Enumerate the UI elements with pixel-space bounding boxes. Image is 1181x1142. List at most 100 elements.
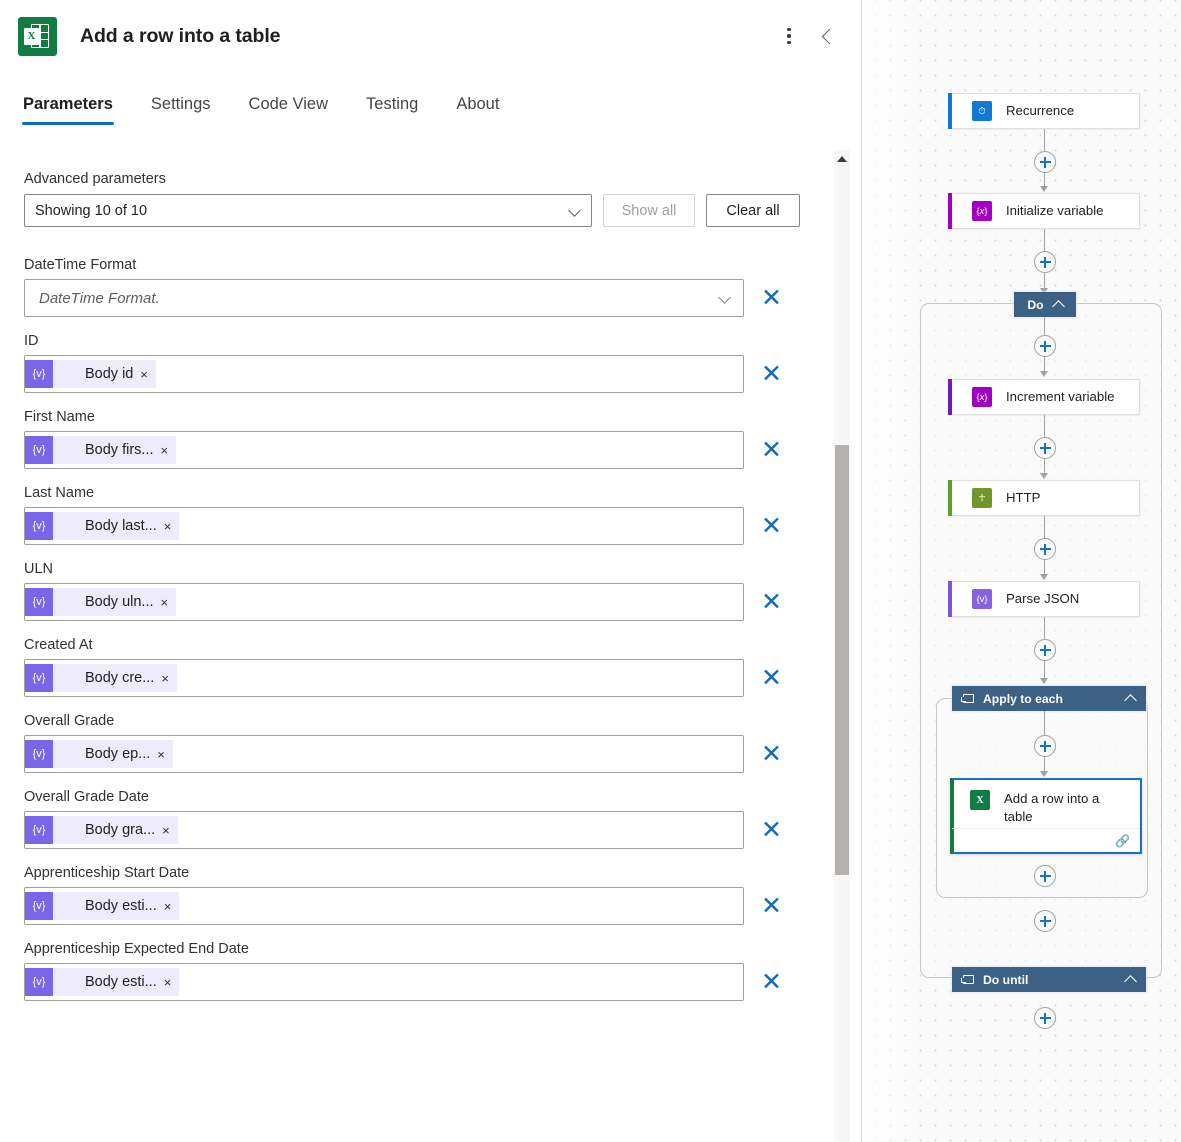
scope-header-apply-to-each[interactable]: Apply to each bbox=[952, 686, 1146, 711]
datetime-format-placeholder: DateTime Format. bbox=[39, 289, 160, 307]
token-remove-icon[interactable]: × bbox=[157, 748, 165, 761]
edge bbox=[1044, 317, 1046, 335]
tab-parameters[interactable]: Parameters bbox=[22, 95, 114, 125]
clear-field-icon[interactable]: ✕ bbox=[761, 513, 782, 539]
field-label: DateTime Format bbox=[24, 257, 137, 273]
dynamic-content-icon: {v} bbox=[25, 892, 53, 920]
clear-field-icon[interactable]: ✕ bbox=[761, 817, 782, 843]
add-step-button[interactable] bbox=[1034, 437, 1056, 459]
add-step-button[interactable] bbox=[1034, 639, 1056, 661]
node-add-a-row-into-a-table[interactable]: X Add a row into a table 🔗 bbox=[950, 778, 1142, 854]
last-name-input[interactable]: {v} Body last... × bbox=[24, 507, 744, 545]
show-all-button[interactable]: Show all bbox=[603, 194, 695, 227]
token-label: Body cre... bbox=[85, 670, 155, 686]
add-step-button[interactable] bbox=[1034, 335, 1056, 357]
recurrence-icon: ⏱ bbox=[972, 101, 992, 121]
token-label: Body esti... bbox=[85, 898, 157, 914]
edge bbox=[1044, 173, 1046, 187]
clear-field-icon[interactable]: ✕ bbox=[761, 893, 782, 919]
chevron-left-icon[interactable] bbox=[808, 17, 846, 55]
scroll-thumb[interactable] bbox=[835, 445, 849, 875]
clear-field-icon[interactable]: ✕ bbox=[761, 969, 782, 995]
variable-icon: {x} bbox=[972, 387, 992, 407]
edge bbox=[1044, 516, 1046, 538]
node-http[interactable]: ☥ HTTP bbox=[948, 480, 1140, 516]
token-remove-icon[interactable]: × bbox=[164, 976, 172, 989]
clear-field-icon[interactable]: ✕ bbox=[761, 665, 782, 691]
scope-header-do-until[interactable]: Do until bbox=[952, 967, 1146, 992]
dynamic-token[interactable]: {v} Body esti... × bbox=[25, 968, 180, 996]
node-recurrence[interactable]: ⏱ Recurrence bbox=[948, 93, 1140, 129]
created-at-input[interactable]: {v} Body cre... × bbox=[24, 659, 744, 697]
token-remove-icon[interactable]: × bbox=[162, 824, 170, 837]
field-label: First Name bbox=[24, 409, 95, 425]
flow-canvas[interactable]: ⏱ Recurrence {x} Initialize variable Do bbox=[862, 0, 1181, 1142]
apprenticeship-expected-end-date-input[interactable]: {v} Body esti... × bbox=[24, 963, 744, 1001]
node-parse-json[interactable]: {v} Parse JSON bbox=[948, 581, 1140, 617]
token-remove-icon[interactable]: × bbox=[164, 520, 172, 533]
field-datetime-format: DateTime Format DateTime Format. ✕ bbox=[0, 257, 862, 317]
first-name-input[interactable]: {v} Body firs... × bbox=[24, 431, 744, 469]
variable-icon: {x} bbox=[972, 201, 992, 221]
field-label: Apprenticeship Start Date bbox=[24, 865, 190, 881]
add-step-button[interactable] bbox=[1034, 251, 1056, 273]
arrow-icon bbox=[1040, 771, 1048, 777]
advanced-parameters-dropdown[interactable]: Showing 10 of 10 bbox=[24, 194, 592, 227]
tab-code-view[interactable]: Code View bbox=[249, 95, 329, 125]
more-vertical-icon[interactable] bbox=[770, 17, 808, 55]
parameter-fields: DateTime Format DateTime Format. ✕ ID {v… bbox=[0, 257, 862, 1001]
edge bbox=[1044, 711, 1046, 735]
node-increment-variable[interactable]: {x} Increment variable bbox=[948, 379, 1140, 415]
dynamic-token[interactable]: {v} Body ep... × bbox=[25, 740, 173, 768]
dynamic-token[interactable]: {v} Body cre... × bbox=[25, 664, 177, 692]
add-step-button[interactable] bbox=[1034, 151, 1056, 173]
add-step-button[interactable] bbox=[1034, 1007, 1056, 1029]
dynamic-token[interactable]: {v} Body id × bbox=[25, 360, 156, 388]
add-step-button[interactable] bbox=[1034, 538, 1056, 560]
node-label: Initialize variable bbox=[1006, 203, 1104, 219]
overall-grade-input[interactable]: {v} Body ep... × bbox=[24, 735, 744, 773]
dynamic-token[interactable]: {v} Body esti... × bbox=[25, 892, 180, 920]
add-step-button[interactable] bbox=[1034, 910, 1056, 932]
tab-settings[interactable]: Settings bbox=[151, 95, 211, 125]
tab-about[interactable]: About bbox=[456, 95, 499, 125]
token-remove-icon[interactable]: × bbox=[161, 672, 169, 685]
dynamic-token[interactable]: {v} Body uln... × bbox=[25, 588, 177, 616]
apprenticeship-start-date-input[interactable]: {v} Body esti... × bbox=[24, 887, 744, 925]
edge bbox=[1044, 273, 1046, 289]
clear-field-icon[interactable]: ✕ bbox=[761, 589, 782, 615]
token-remove-icon[interactable]: × bbox=[164, 900, 172, 913]
token-remove-icon[interactable]: × bbox=[161, 444, 169, 457]
scroll-up-arrow-icon[interactable] bbox=[837, 156, 847, 162]
link-icon: 🔗 bbox=[1115, 833, 1130, 848]
add-step-button[interactable] bbox=[1034, 735, 1056, 757]
arrow-icon bbox=[1040, 371, 1048, 377]
add-step-button[interactable] bbox=[1034, 865, 1056, 887]
field-label: ULN bbox=[24, 561, 54, 577]
tab-testing[interactable]: Testing bbox=[366, 95, 418, 125]
clear-all-button[interactable]: Clear all bbox=[706, 194, 800, 227]
panel-scrollbar[interactable] bbox=[834, 150, 850, 1142]
action-details-panel: X Add a row into a table Parameters Sett… bbox=[0, 0, 862, 1142]
node-label: Add a row into a table bbox=[1004, 791, 1100, 824]
id-input[interactable]: {v} Body id × bbox=[24, 355, 744, 393]
field-id: ID {v} Body id × ✕ bbox=[0, 333, 862, 393]
clear-field-icon[interactable]: ✕ bbox=[761, 361, 782, 387]
token-remove-icon[interactable]: × bbox=[140, 368, 148, 381]
clear-field-icon[interactable]: ✕ bbox=[761, 437, 782, 463]
overall-grade-date-input[interactable]: {v} Body gra... × bbox=[24, 811, 744, 849]
datetime-format-input[interactable]: DateTime Format. bbox=[24, 279, 744, 317]
clear-field-icon[interactable]: ✕ bbox=[761, 741, 782, 767]
scope-header-do[interactable]: Do bbox=[1014, 292, 1076, 317]
dynamic-token[interactable]: {v} Body last... × bbox=[25, 512, 180, 540]
edge bbox=[1044, 560, 1046, 575]
node-initialize-variable[interactable]: {x} Initialize variable bbox=[948, 193, 1140, 229]
token-remove-icon[interactable]: × bbox=[161, 596, 169, 609]
dynamic-token[interactable]: {v} Body gra... × bbox=[25, 816, 178, 844]
clear-field-icon[interactable]: ✕ bbox=[761, 285, 782, 311]
uln-input[interactable]: {v} Body uln... × bbox=[24, 583, 744, 621]
dynamic-token[interactable]: {v} Body firs... × bbox=[25, 436, 177, 464]
field-overall-grade-date: Overall Grade Date {v} Body gra... × ✕ bbox=[0, 789, 862, 849]
page-title: Add a row into a table bbox=[80, 24, 281, 47]
excel-icon: X bbox=[970, 790, 990, 810]
